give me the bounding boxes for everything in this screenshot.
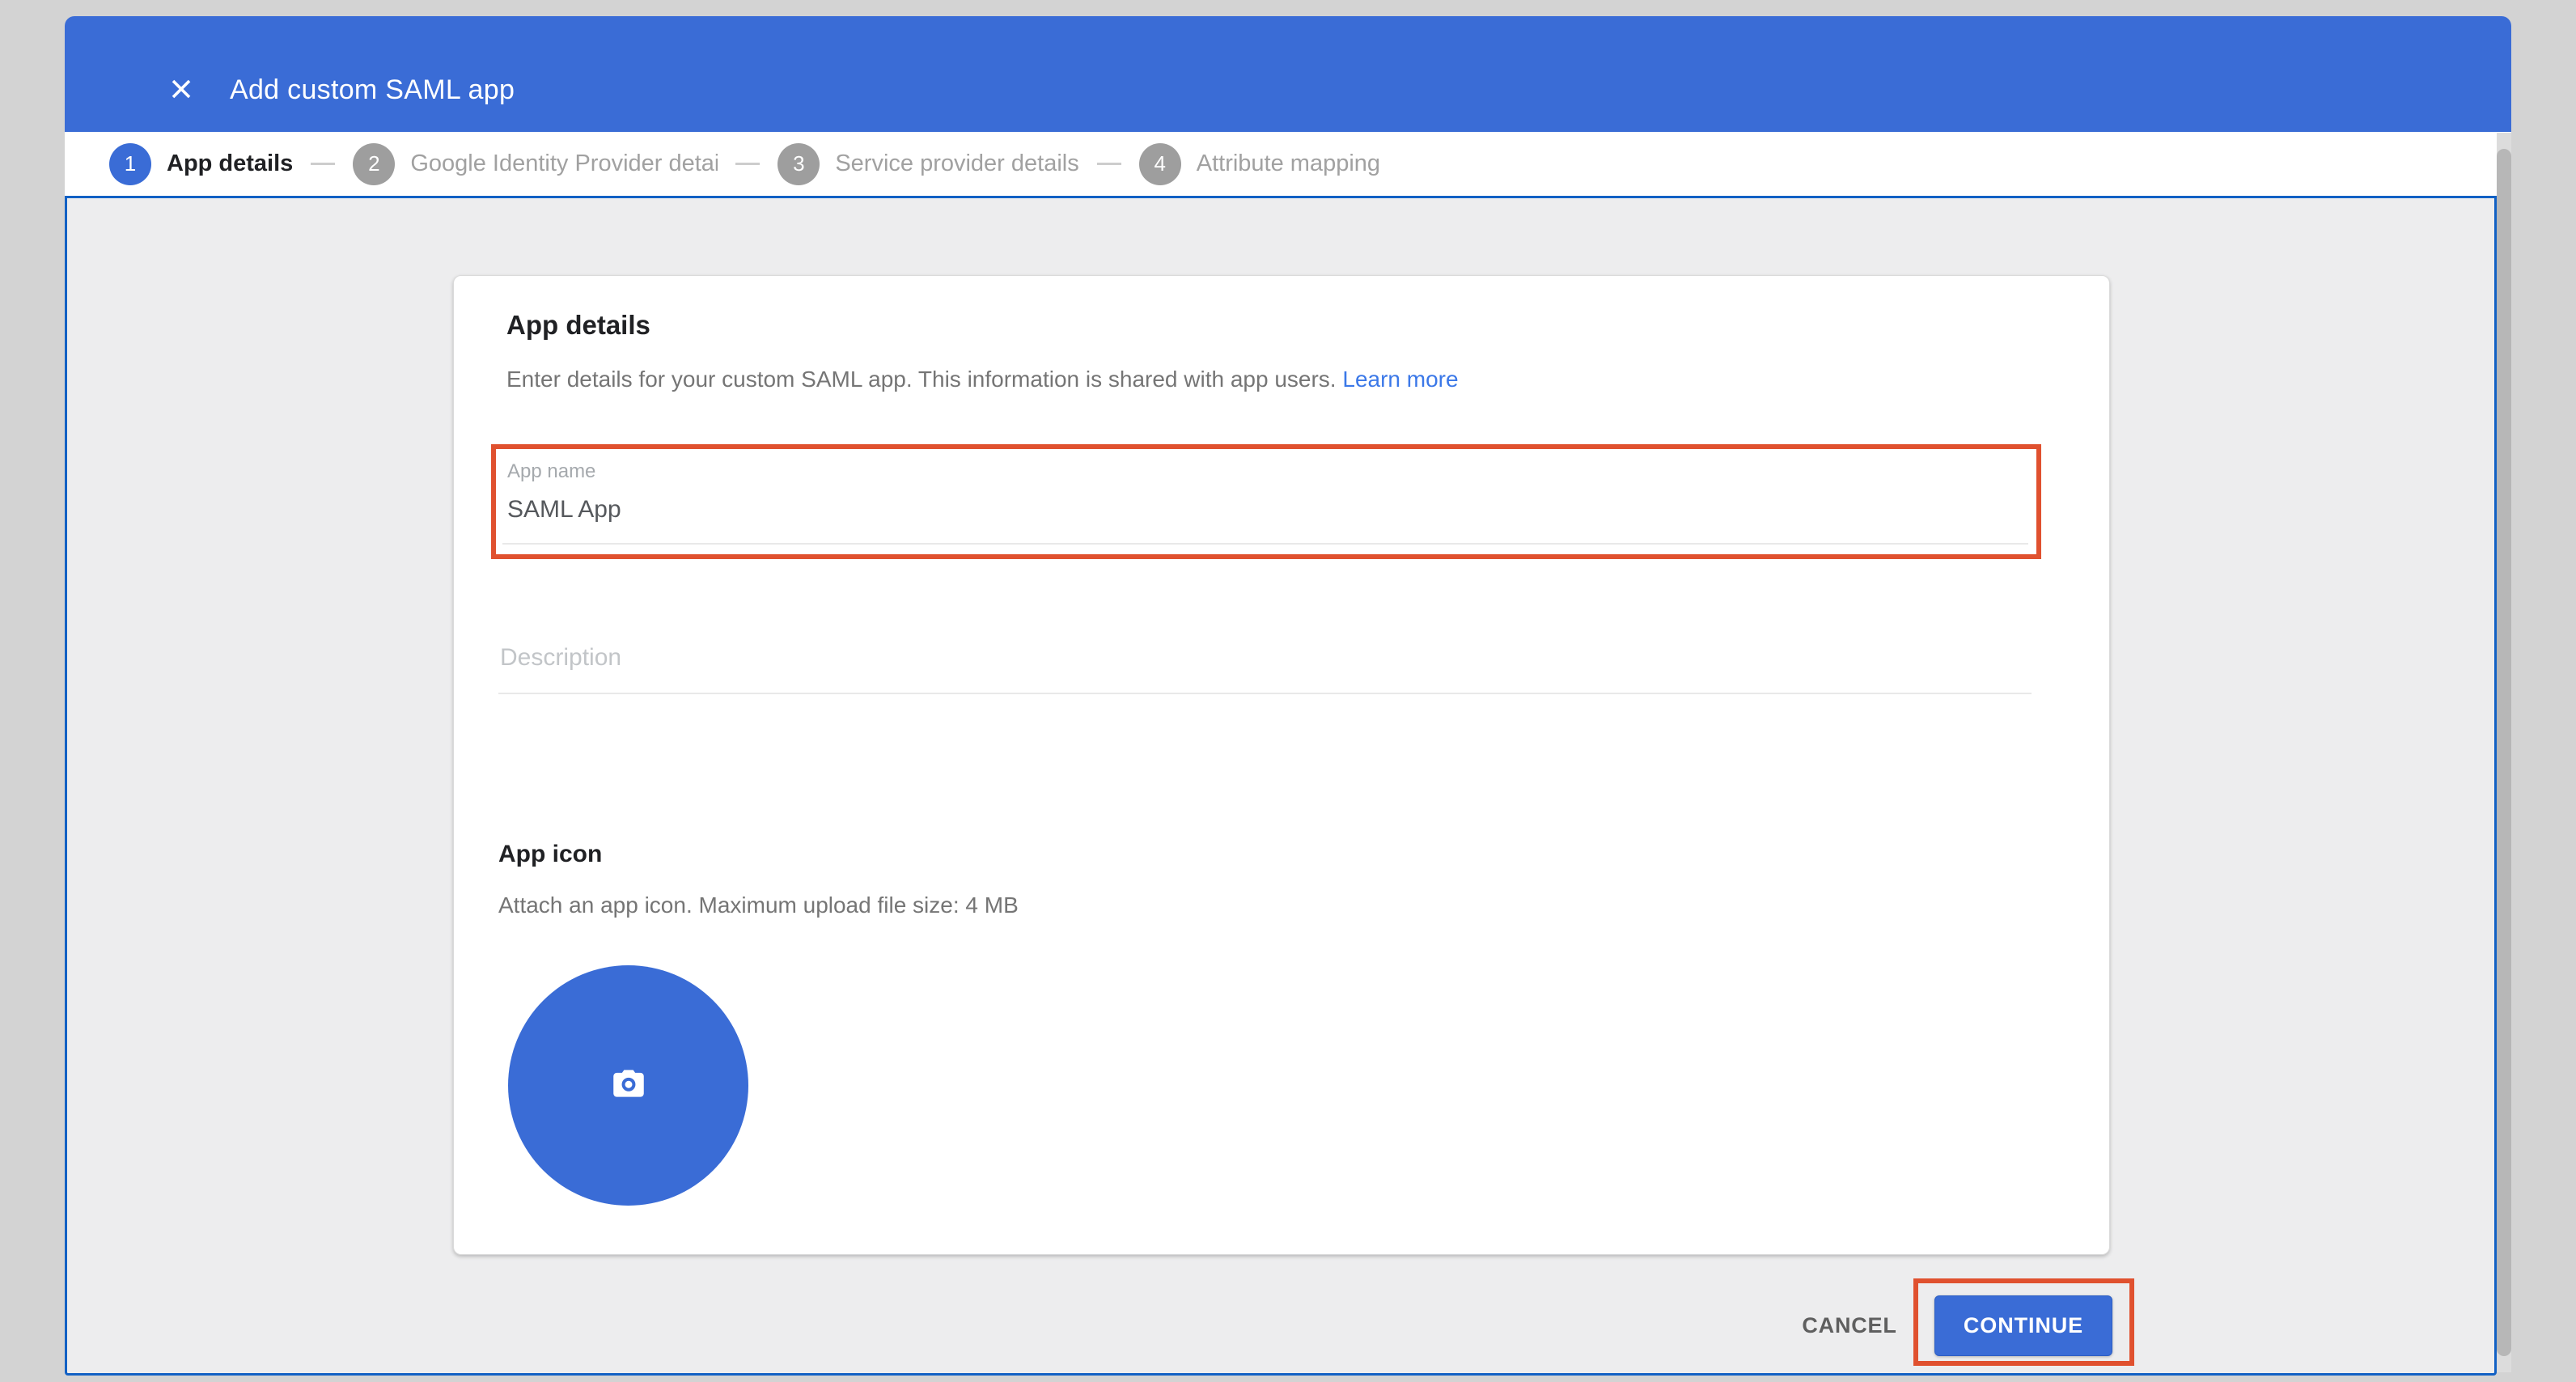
app-name-underline bbox=[502, 543, 2028, 545]
step-3-circle: 3 bbox=[777, 143, 820, 185]
step-2-circle: 2 bbox=[353, 143, 395, 185]
step-separator bbox=[311, 163, 335, 165]
step-attribute-mapping[interactable]: 4 Attribute mapping bbox=[1139, 143, 1380, 185]
card-heading: App details bbox=[506, 310, 650, 341]
description-placeholder: Description bbox=[500, 644, 621, 672]
continue-button[interactable]: CONTINUE bbox=[1934, 1295, 2112, 1356]
card-subtext: Enter details for your custom SAML app. … bbox=[506, 367, 1459, 392]
learn-more-link[interactable]: Learn more bbox=[1342, 367, 1458, 392]
step-4-label: Attribute mapping bbox=[1197, 150, 1380, 177]
step-1-circle: 1 bbox=[109, 143, 151, 185]
wizard-stepper: 1 App details 2 Google Identity Provider… bbox=[65, 132, 2511, 196]
close-button[interactable] bbox=[165, 74, 197, 107]
step-4-circle: 4 bbox=[1139, 143, 1181, 185]
step-1-label: App details bbox=[167, 150, 293, 177]
app-icon-hint: Attach an app icon. Maximum upload file … bbox=[498, 892, 1019, 918]
dialog-title: Add custom SAML app bbox=[230, 74, 515, 106]
camera-icon bbox=[608, 1063, 649, 1108]
step-app-details[interactable]: 1 App details bbox=[109, 143, 293, 185]
scrollbar-thumb[interactable] bbox=[2497, 149, 2511, 1356]
step-3-label: Service provider details bbox=[835, 150, 1078, 177]
app-icon-upload-button[interactable] bbox=[508, 965, 748, 1206]
close-icon bbox=[169, 77, 193, 105]
step-separator bbox=[735, 163, 760, 165]
step-service-provider-details[interactable]: 3 Service provider details bbox=[777, 143, 1078, 185]
description-input[interactable]: Description bbox=[498, 644, 2032, 694]
app-name-annotation-box: App name SAML App bbox=[491, 444, 2041, 559]
description-underline bbox=[498, 693, 2032, 694]
step-separator bbox=[1097, 163, 1121, 165]
dialog-header: Add custom SAML app bbox=[65, 16, 2511, 132]
app-details-card: App details Enter details for your custo… bbox=[453, 275, 2110, 1255]
step-2-label: Google Identity Provider details bbox=[410, 150, 718, 177]
app-icon-heading: App icon bbox=[498, 841, 602, 868]
step-google-idp-details[interactable]: 2 Google Identity Provider details bbox=[353, 143, 718, 185]
card-subtext-text: Enter details for your custom SAML app. … bbox=[506, 367, 1337, 392]
app-name-input[interactable]: SAML App bbox=[507, 496, 621, 524]
cancel-button[interactable]: CANCEL bbox=[1786, 1307, 1913, 1344]
add-custom-saml-app-dialog: Add custom SAML app 1 App details 2 Goog… bbox=[0, 0, 2576, 1382]
app-name-label: App name bbox=[507, 460, 595, 483]
